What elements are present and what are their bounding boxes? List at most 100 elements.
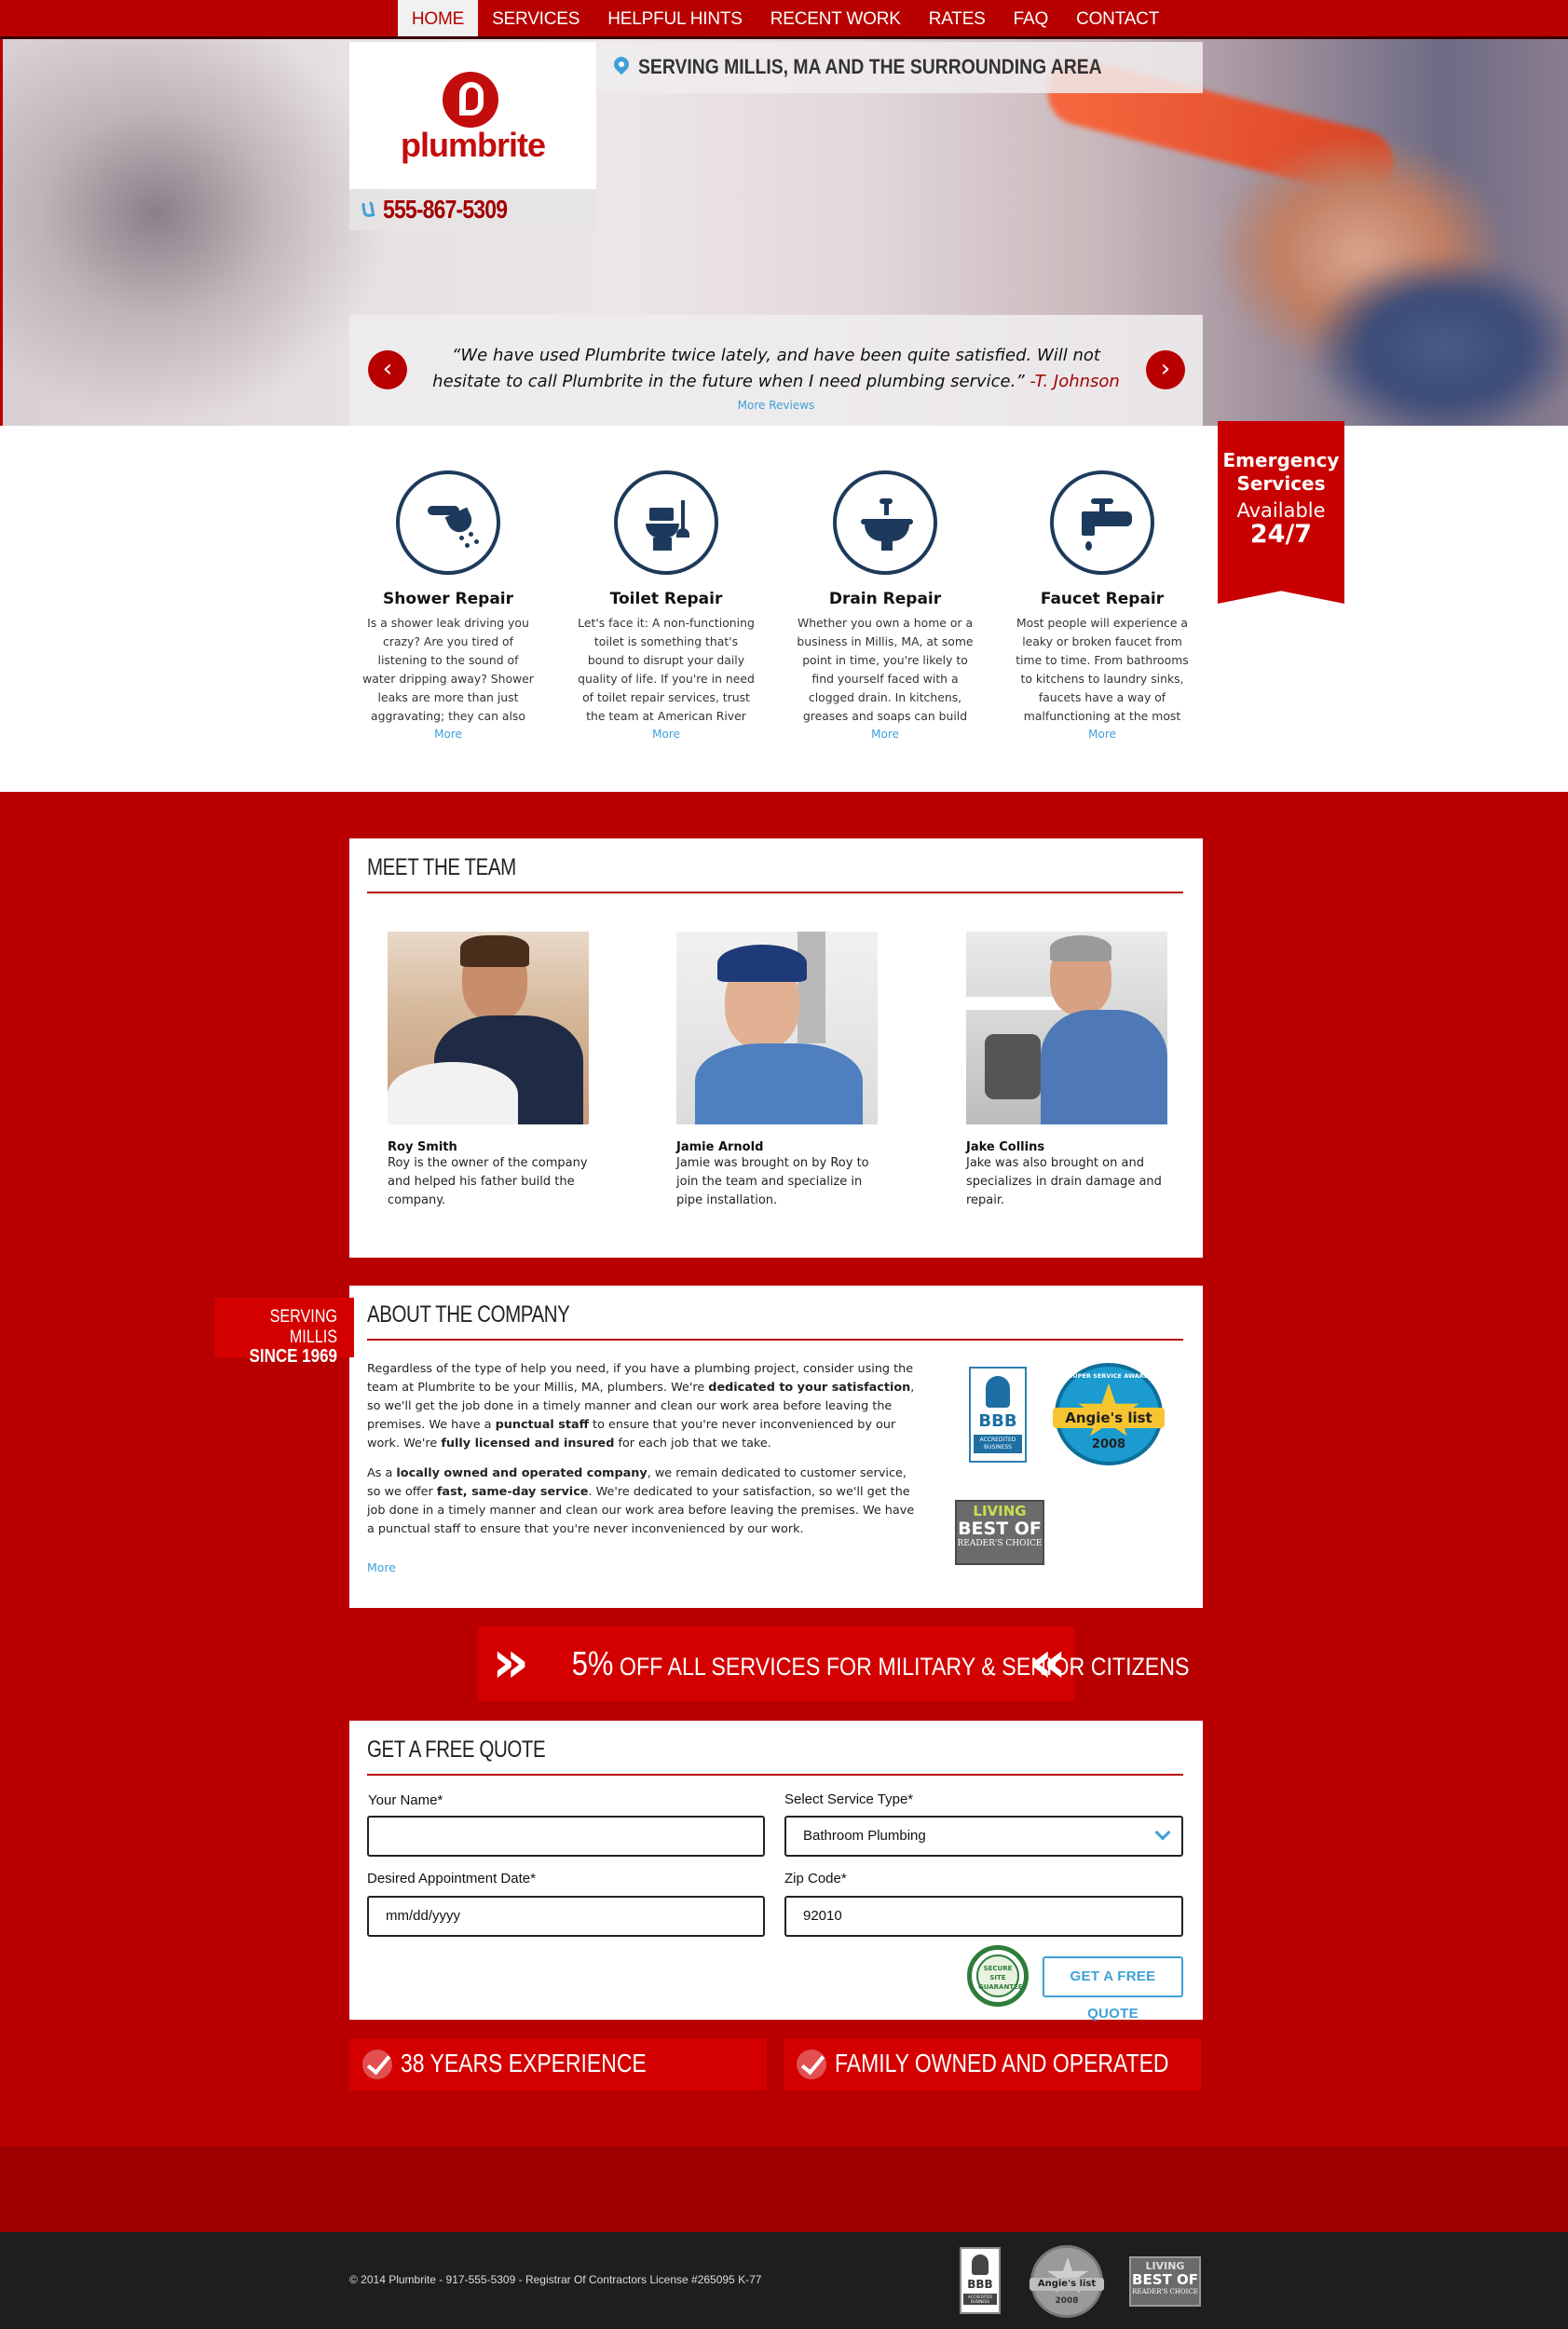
section-divider [367, 892, 1183, 893]
about-paragraph-2: As a locally owned and operated company,… [367, 1464, 919, 1539]
emphasis: punctual staff [495, 1418, 589, 1432]
meet-the-team-panel: MEET THE TEAM Roy Smith Roy is the owner… [349, 838, 1203, 1258]
angie-name: Angie's list [1053, 1408, 1165, 1428]
review-text: We have used Plumbrite twice lately, and… [432, 346, 1100, 391]
hero-edge [0, 39, 3, 426]
logo-text: plumbrite [400, 126, 546, 164]
team-member: Jake Collins Jake was also brought on an… [966, 932, 1171, 1210]
service-card-drain: Drain Repair Whether you own a home or a… [797, 470, 974, 741]
chevron-down-icon [1154, 1824, 1171, 1841]
service-area-text: SERVING MILLIS, MA AND THE SURROUNDING A… [638, 55, 1102, 78]
section-divider [367, 1339, 1183, 1341]
nav-home[interactable]: HOME [397, 0, 479, 36]
service-card-shower: Shower Repair Is a shower leak driving y… [360, 470, 537, 741]
service-card-toilet: Toilet Repair Let's face it: A non-funct… [578, 470, 755, 741]
secure-site-badge: SECURE SITE GUARANTEE [967, 1945, 1029, 2007]
emphasis: fast, same-day service [436, 1485, 589, 1499]
service-title: Drain Repair [828, 590, 942, 608]
service-area-banner: SERVING MILLIS, MA AND THE SURROUNDING A… [597, 42, 1203, 93]
best-of-label: BEST OF [958, 1519, 1042, 1539]
bbb-badge[interactable]: BBB ACCREDITED BUSINESS [969, 1367, 1027, 1463]
bbb-label: BBB [978, 1411, 1017, 1431]
nav-rates[interactable]: RATES [915, 0, 1000, 36]
nav-helpful-hints[interactable]: HELPFUL HINTS [593, 0, 757, 36]
phone-number[interactable]: 555-867-5309 [383, 195, 508, 225]
serving-line1: SERVING MILLIS [269, 1307, 337, 1347]
name-input[interactable] [367, 1816, 765, 1857]
footer-readers-choice-label: READER'S CHOICE [1132, 2288, 1198, 2295]
emergency-line4: 24/7 [1249, 520, 1313, 549]
about-more-link[interactable]: More [367, 1560, 396, 1574]
about-company-panel: ABOUT THE COMPANY Regardless of the type… [349, 1286, 1203, 1608]
shower-icon[interactable] [396, 470, 500, 575]
service-description: Most people will experience a leaky or b… [1016, 616, 1189, 723]
angies-list-badge[interactable]: SUPER SERVICE AWARD Angie's list 2008 [1053, 1363, 1165, 1465]
service-title: Faucet Repair [1040, 590, 1165, 608]
site-footer: © 2014 Plumbrite - 917-555-5309 - Regist… [0, 2232, 1568, 2329]
nav-services[interactable]: SERVICES [478, 0, 593, 36]
footer-living-badge[interactable]: LIVING BEST OF READER'S CHOICE [1129, 2256, 1201, 2307]
footer-angies-list-badge[interactable]: Angie's list 2008 [1029, 2245, 1104, 2318]
emergency-line2: Services [1236, 472, 1326, 495]
checkmark-icon [797, 2050, 826, 2079]
get-free-quote-button[interactable]: GET A FREE QUOTE [1043, 1956, 1183, 2022]
service-title: Toilet Repair [609, 590, 723, 608]
team-member-desc: Jamie was brought on by Roy to join the … [676, 1156, 869, 1207]
secure-site-text: SECURE SITE GUARANTEE [976, 1954, 1023, 1997]
feature-text: FAMILY OWNED AND OPERATED [835, 2049, 1169, 2077]
service-type-value: Bathroom Plumbing [803, 1828, 926, 1844]
section-title: MEET THE TEAM [367, 854, 516, 880]
hero-background-pipes [0, 39, 391, 426]
hero-sleeve-image [1304, 253, 1568, 426]
nav-contact[interactable]: CONTACT [1062, 0, 1173, 36]
double-chevron-left-icon: « [1029, 1628, 1068, 1696]
date-label: Desired Appointment Date* [367, 1871, 536, 1886]
team-member-name: Jake Collins [966, 1140, 1045, 1154]
map-pin-icon [610, 53, 633, 75]
nav-recent-work[interactable]: RECENT WORK [757, 0, 915, 36]
sink-drain-icon[interactable] [833, 470, 937, 575]
nav-faq[interactable]: FAQ [1000, 0, 1062, 36]
living-best-of-badge[interactable]: LIVING BEST OF READER'S CHOICE [955, 1500, 1044, 1565]
zip-code-input[interactable]: 92010 [784, 1896, 1183, 1937]
service-more-link[interactable]: More [578, 728, 755, 741]
promo-percent: 5% [571, 1644, 614, 1682]
military-senior-discount-banner[interactable]: » 5% OFF ALL SERVICES FOR MILITARY & SEN… [478, 1627, 1190, 1701]
feature-text: 38 YEARS EXPERIENCE [401, 2049, 647, 2077]
faucet-icon[interactable] [1050, 470, 1154, 575]
emergency-services-ribbon[interactable]: Emergency Services Available 24/7 [1218, 421, 1344, 604]
footer-bbb-badge[interactable]: BBB ACCREDITED BUSINESS [960, 2247, 1001, 2314]
angie-award-label: SUPER SERVICE AWARD [1068, 1372, 1150, 1380]
feature-badge: FAMILY OWNED AND OPERATED [784, 2038, 1201, 2091]
chevron-right-icon[interactable]: › [1146, 350, 1185, 389]
footer-band [0, 2146, 1568, 2232]
service-more-link[interactable]: More [797, 728, 974, 741]
service-more-link[interactable]: More [360, 728, 537, 741]
more-reviews-link[interactable]: More Reviews [349, 399, 1203, 412]
team-member-photo [966, 932, 1167, 1124]
team-member-desc: Jake was also brought on and specializes… [966, 1156, 1162, 1207]
feature-badge: 38 YEARS EXPERIENCE [349, 2038, 767, 2091]
service-more-link[interactable]: More [1014, 728, 1191, 741]
emphasis: locally owned and operated company [396, 1466, 648, 1480]
phone-bar[interactable]: 555-867-5309 [349, 189, 596, 230]
team-member: Roy Smith Roy is the owner of the compan… [388, 932, 593, 1210]
top-navigation: HOME SERVICES HELPFUL HINTS RECENT WORK … [0, 0, 1568, 39]
about-text: Regardless of the type of help you need,… [367, 1360, 919, 1550]
site-logo[interactable]: plumbrite [349, 42, 596, 189]
service-card-faucet: Faucet Repair Most people will experienc… [1014, 470, 1191, 741]
appointment-date-input[interactable]: mm/dd/yyyy [367, 1896, 765, 1937]
footer-bbb-sub-label: ACCREDITED BUSINESS [963, 2294, 997, 2305]
toilet-icon[interactable] [614, 470, 718, 575]
chevron-left-icon[interactable]: ‹ [368, 350, 407, 389]
service-description: Is a shower leak driving you crazy? Are … [362, 616, 534, 723]
phone-icon [361, 199, 375, 218]
emergency-line1: Emergency [1222, 449, 1340, 471]
free-quote-form: GET A FREE QUOTE Your Name* Select Servi… [349, 1721, 1203, 2022]
service-title: Shower Repair [382, 590, 514, 608]
double-chevron-right-icon: » [492, 1628, 530, 1696]
footer-angie-name: Angie's list [1029, 2278, 1104, 2291]
team-member-photo [676, 932, 878, 1124]
service-type-select[interactable]: Bathroom Plumbing [784, 1816, 1183, 1857]
team-member-name: Jamie Arnold [676, 1140, 764, 1154]
